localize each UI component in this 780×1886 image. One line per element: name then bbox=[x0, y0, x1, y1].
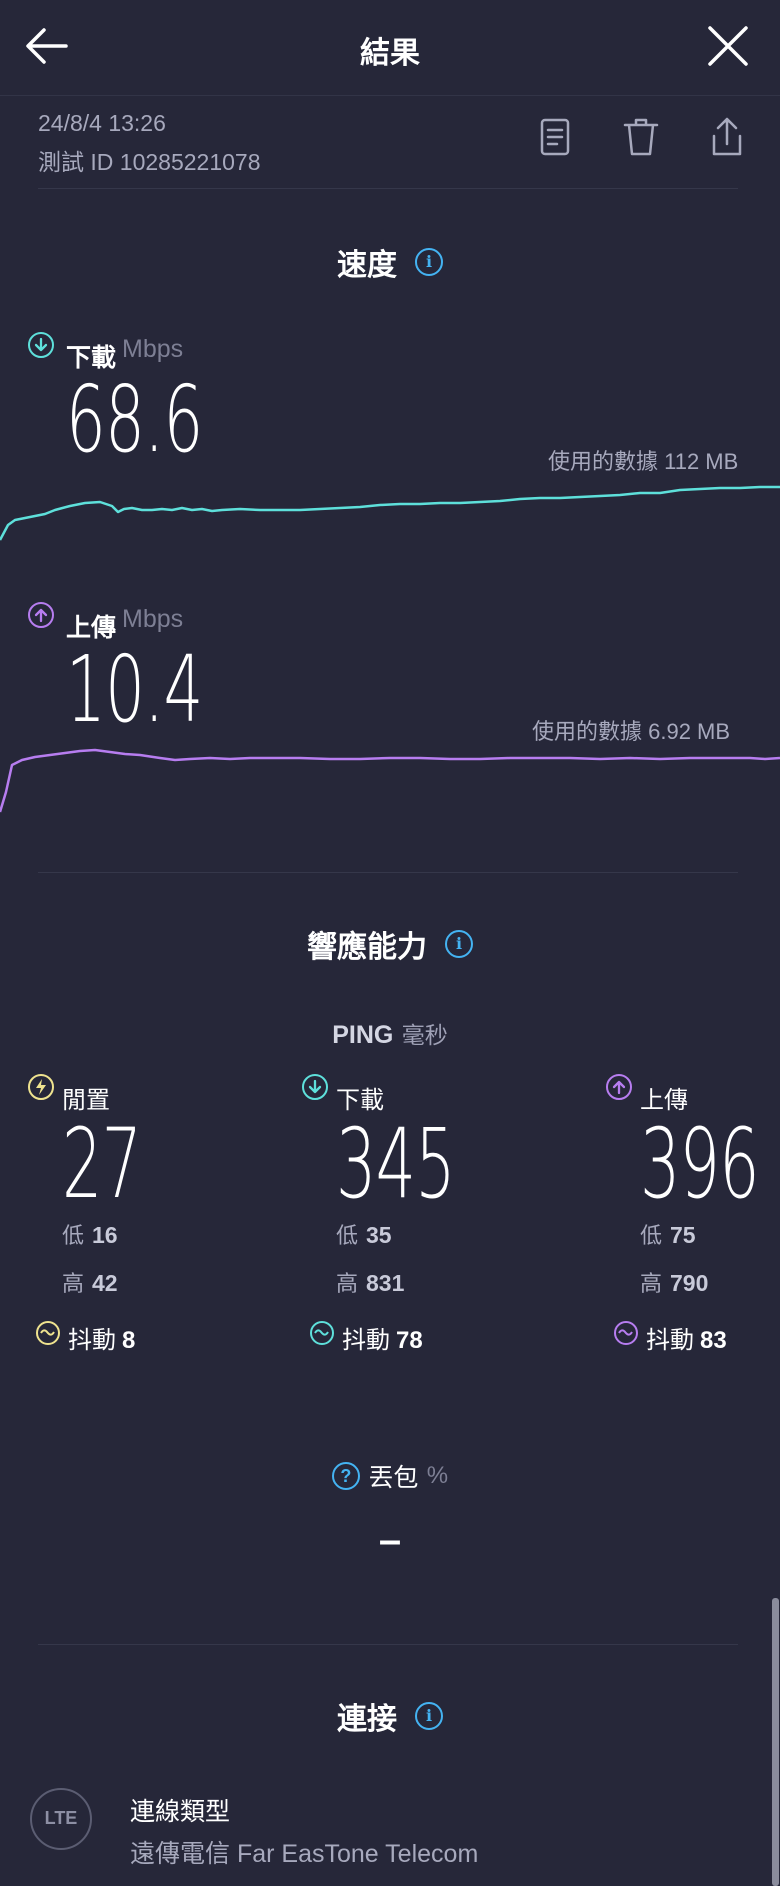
upload-jitter: 抖動 83 bbox=[646, 1327, 727, 1354]
jitter-icon bbox=[36, 1321, 60, 1345]
upload-ping-high: 高 790 bbox=[640, 1270, 709, 1296]
trash-icon[interactable] bbox=[616, 112, 666, 162]
responsiveness-divider bbox=[38, 1644, 738, 1645]
info-icon[interactable]: i bbox=[445, 930, 473, 958]
download-unit: Mbps bbox=[122, 335, 184, 363]
download-speed-graph bbox=[0, 485, 780, 541]
upload-ping-value: 396 bbox=[640, 1108, 760, 1220]
upload-arrow-icon bbox=[28, 602, 54, 628]
document-icon[interactable] bbox=[530, 112, 580, 162]
close-icon[interactable] bbox=[700, 18, 756, 74]
packet-loss-unit: % bbox=[426, 1462, 449, 1489]
download-arrow-icon bbox=[28, 332, 54, 358]
jitter-icon bbox=[614, 1321, 638, 1345]
ping-heading: PING 毫秒 bbox=[0, 1016, 780, 1050]
upload-unit: Mbps bbox=[122, 605, 184, 633]
connection-type-label: 連線類型 bbox=[130, 1798, 231, 1826]
download-jitter: 抖動 78 bbox=[342, 1327, 423, 1354]
upload-ping-low: 低 75 bbox=[640, 1222, 696, 1248]
connection-section-title: 連接 i bbox=[0, 1694, 780, 1738]
connection-title: 連接 bbox=[337, 1703, 397, 1736]
idle-jitter: 抖動 8 bbox=[68, 1327, 136, 1354]
test-id: 測試 ID 10285221078 bbox=[38, 149, 261, 175]
speed-divider bbox=[38, 872, 738, 873]
info-icon[interactable]: i bbox=[415, 1702, 443, 1730]
download-ping-low: 低 35 bbox=[336, 1222, 392, 1248]
responsiveness-title: 響應能力 bbox=[307, 931, 427, 964]
help-icon[interactable]: ? bbox=[331, 1462, 360, 1490]
upload-speed-graph bbox=[0, 748, 780, 813]
upload-arrow-icon bbox=[606, 1074, 632, 1100]
download-ping-high: 高 831 bbox=[336, 1270, 405, 1296]
lightning-icon bbox=[28, 1074, 54, 1100]
speed-title: 速度 bbox=[337, 249, 397, 282]
ping-label: PING bbox=[332, 1021, 394, 1049]
packet-loss-heading: ? 丟包 % bbox=[0, 1458, 780, 1494]
packet-loss-value: – bbox=[378, 1518, 402, 1562]
connection-provider: 遠傳電信 Far EasTone Telecom bbox=[130, 1840, 479, 1868]
page-title: 結果 bbox=[360, 37, 420, 70]
download-speed-value: 68.6 bbox=[66, 366, 203, 473]
download-ping-value: 345 bbox=[336, 1108, 456, 1220]
test-datetime: 24/8/4 13:26 bbox=[38, 110, 166, 136]
responsiveness-section-title: 響應能力 i bbox=[0, 922, 780, 966]
scrollbar-thumb[interactable] bbox=[772, 1598, 779, 1886]
idle-low: 低 16 bbox=[62, 1222, 118, 1248]
meta-divider bbox=[38, 188, 738, 189]
ping-unit: 毫秒 bbox=[401, 1022, 448, 1048]
info-icon[interactable]: i bbox=[415, 248, 443, 276]
header-divider bbox=[0, 95, 780, 96]
idle-ping-value: 27 bbox=[62, 1108, 142, 1220]
idle-high: 高 42 bbox=[62, 1270, 118, 1296]
download-arrow-icon bbox=[302, 1074, 328, 1100]
share-icon[interactable] bbox=[702, 112, 752, 162]
packet-loss-label: 丟包 bbox=[368, 1464, 419, 1492]
speed-section-title: 速度 i bbox=[0, 240, 780, 284]
lte-badge-icon: LTE bbox=[30, 1788, 92, 1850]
jitter-icon bbox=[310, 1321, 334, 1345]
upload-speed-value: 10.4 bbox=[66, 636, 203, 743]
